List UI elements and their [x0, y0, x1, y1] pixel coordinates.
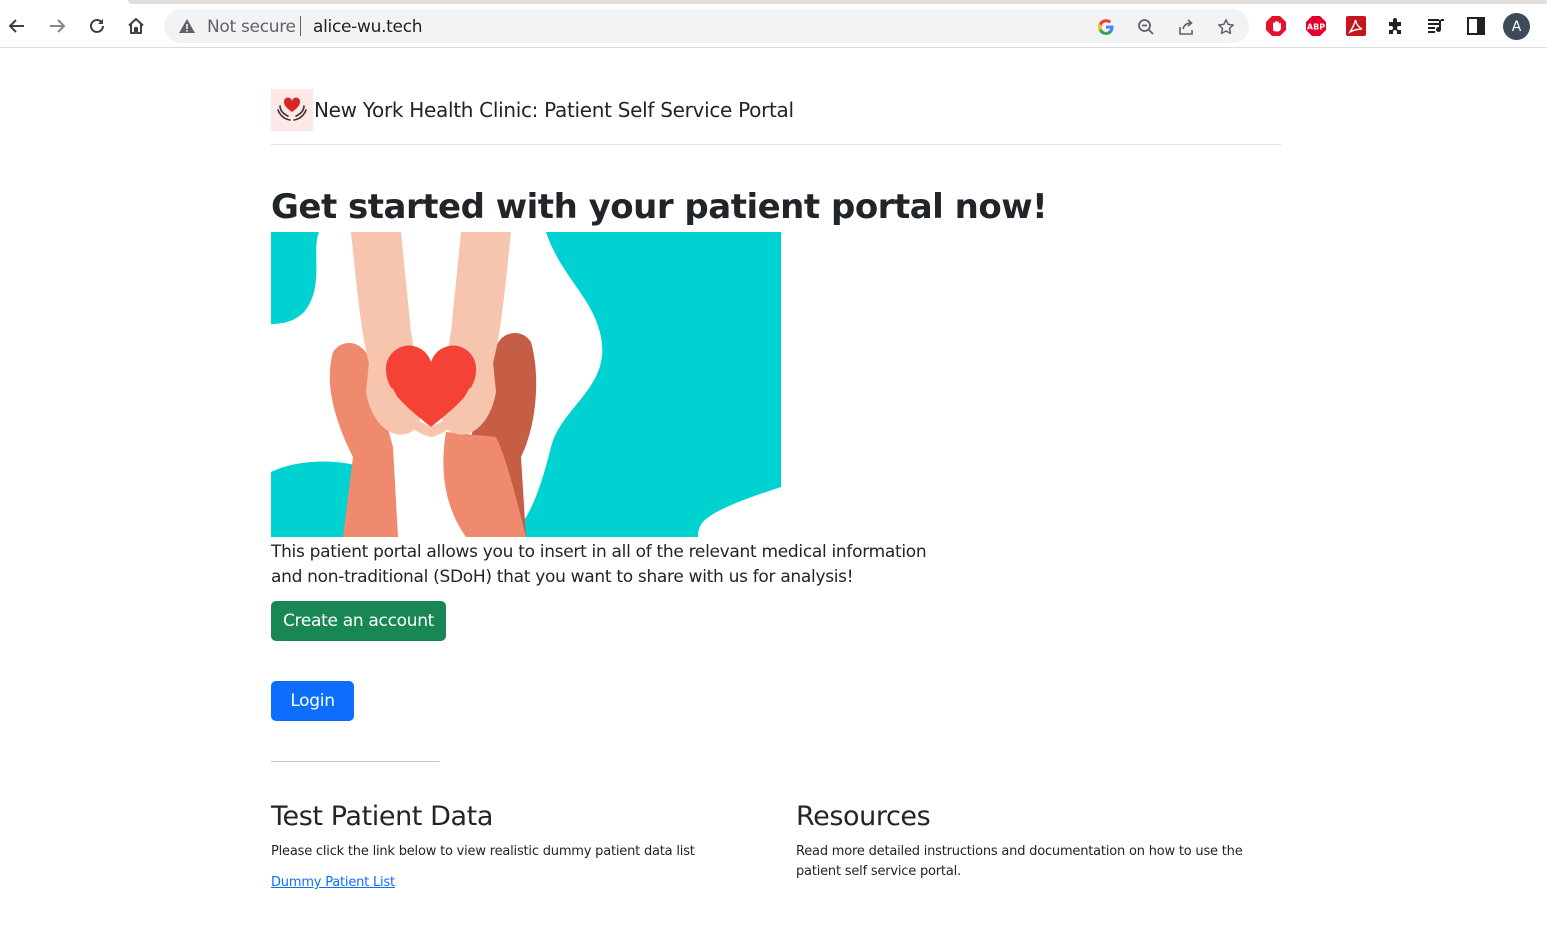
dummy-patient-list-link[interactable]: Dummy Patient List [271, 875, 395, 890]
home-icon [128, 18, 144, 34]
heart-hands-icon [277, 97, 307, 121]
share-button[interactable] [1175, 16, 1197, 38]
adblock-extension[interactable] [1264, 14, 1288, 38]
arrow-right-icon [50, 19, 66, 33]
forward-button[interactable] [43, 12, 71, 40]
bookmark-button[interactable] [1215, 16, 1237, 38]
url-text[interactable]: alice-wu.tech [313, 17, 423, 37]
header-divider [271, 144, 1281, 145]
section-divider [271, 761, 440, 762]
profile-avatar[interactable]: A [1503, 13, 1530, 40]
resources-title: Resources [796, 801, 931, 832]
create-account-button[interactable]: Create an account [271, 601, 446, 641]
brand-logo [271, 89, 313, 131]
pdf-icon [1346, 16, 1366, 36]
pdf-extension[interactable] [1344, 14, 1368, 38]
reload-icon [90, 18, 104, 33]
media-control-button[interactable] [1424, 14, 1448, 38]
address-bar[interactable]: Not secure alice-wu.tech [164, 9, 1249, 43]
home-button[interactable] [122, 12, 150, 40]
media-control-icon [1428, 19, 1444, 33]
omnibox-separator [300, 16, 301, 36]
reload-button[interactable] [83, 12, 111, 40]
brand-link[interactable]: New York Health Clinic: Patient Self Ser… [271, 89, 794, 131]
abp-icon: ABP [1306, 16, 1326, 36]
zoom-button[interactable] [1135, 16, 1157, 38]
extensions-button[interactable] [1384, 14, 1408, 38]
back-button[interactable] [3, 12, 31, 40]
arrow-left-icon [8, 19, 24, 33]
test-data-title: Test Patient Data [271, 801, 494, 832]
test-patient-data-section: Test Patient Data Please click the link … [271, 801, 751, 891]
svg-text:ABP: ABP [1307, 23, 1325, 32]
google-icon [1098, 19, 1114, 35]
side-panel-icon [1467, 17, 1485, 35]
extensions-puzzle-icon [1389, 18, 1401, 34]
adblock-icon [1266, 16, 1286, 36]
resources-text: Read more detailed instructions and docu… [796, 844, 1243, 879]
heart-hands-illustration [271, 232, 781, 537]
brand-title: New York Health Clinic: Patient Self Ser… [314, 98, 794, 122]
login-button[interactable]: Login [271, 681, 354, 721]
hero-title: Get started with your patient portal now… [271, 187, 1048, 227]
warning-icon[interactable] [178, 17, 196, 35]
resources-section: Resources Read more detailed instruction… [796, 801, 1281, 882]
security-label[interactable]: Not secure [207, 17, 296, 37]
browser-toolbar: Not secure alice-wu.tech ABP A [0, 4, 1547, 48]
share-icon [1179, 19, 1193, 35]
test-data-text: Please click the link below to view real… [271, 844, 695, 859]
hero-description: This patient portal allows you to insert… [271, 542, 927, 587]
zoom-out-icon [1138, 19, 1154, 35]
abp-extension[interactable]: ABP [1304, 14, 1328, 38]
star-icon [1218, 19, 1234, 35]
google-lens-button[interactable] [1095, 16, 1117, 38]
side-panel-button[interactable] [1464, 14, 1488, 38]
